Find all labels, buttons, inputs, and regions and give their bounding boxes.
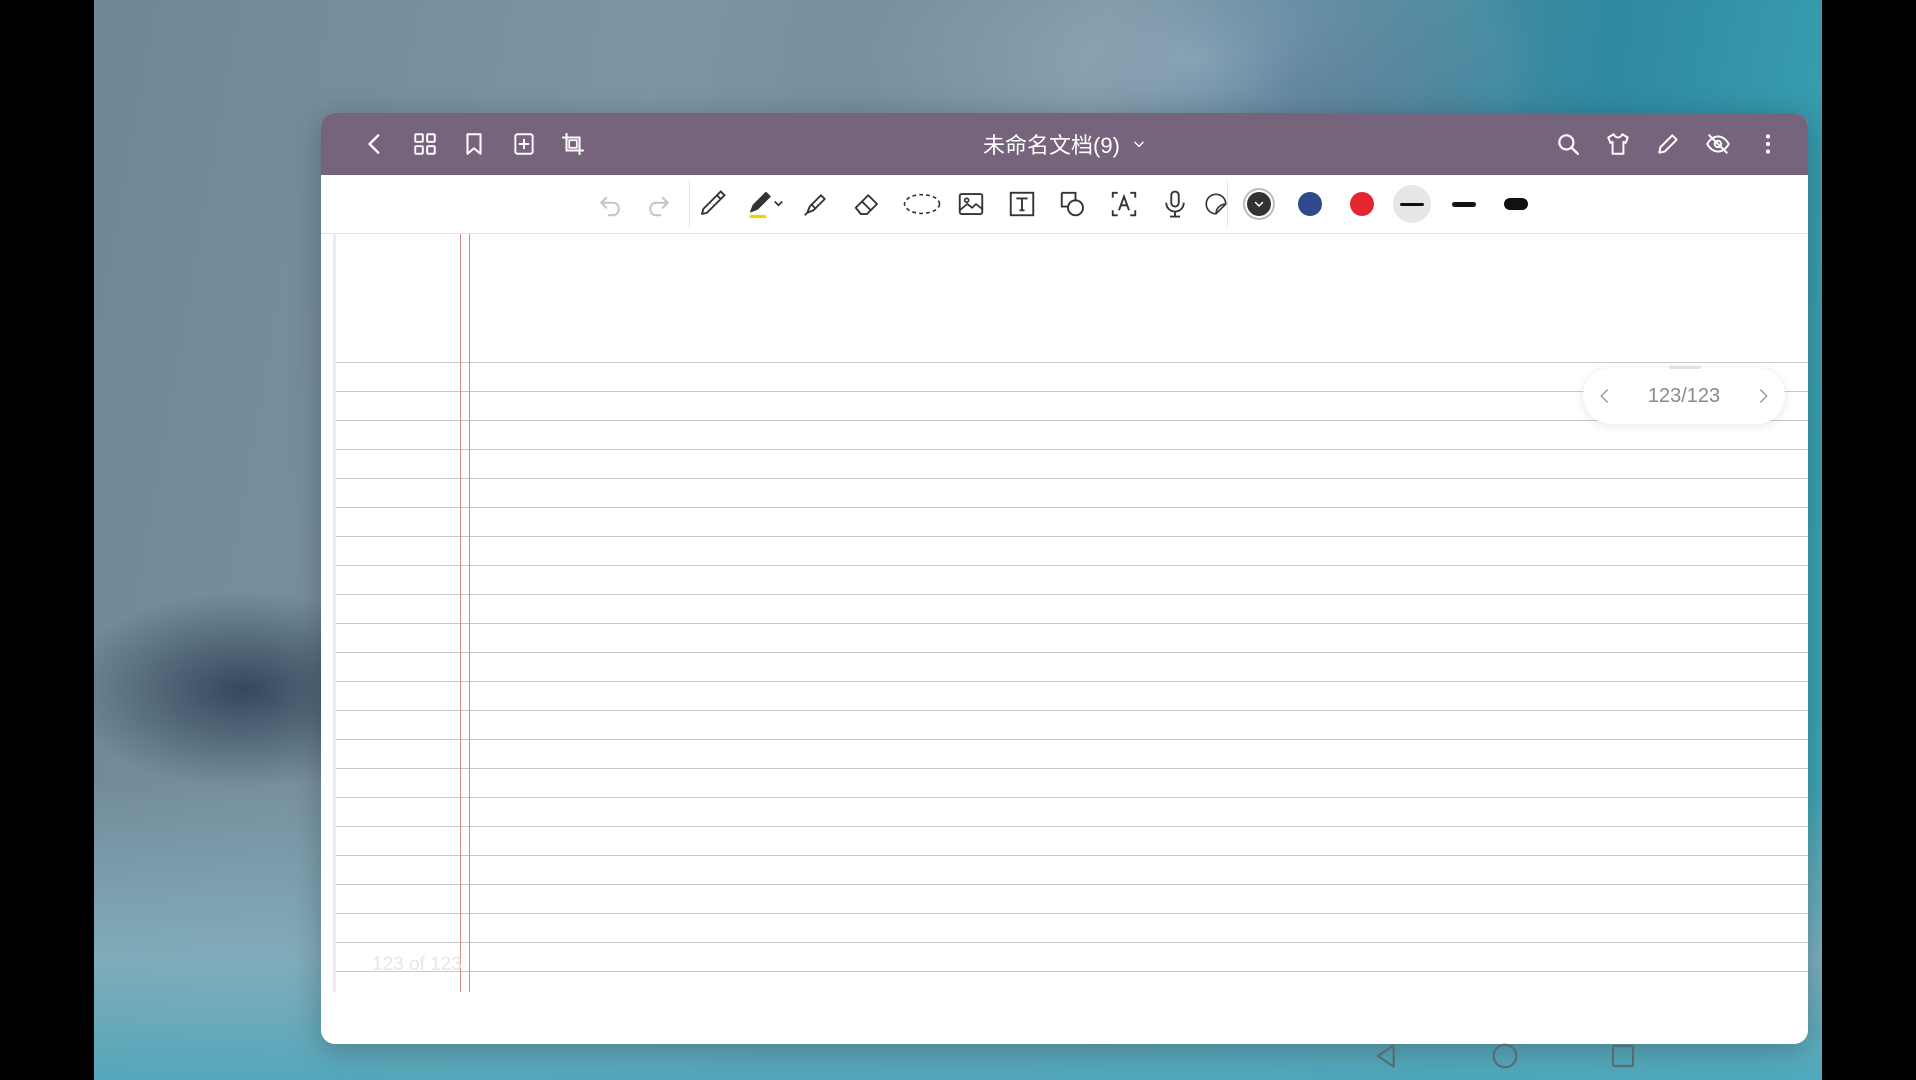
- text-box-icon: [1009, 191, 1035, 217]
- color-swatch-blue[interactable]: [1298, 192, 1322, 216]
- eye-off-icon: [1706, 134, 1730, 154]
- total-pages: 123: [1686, 384, 1721, 407]
- theme-button[interactable]: [1599, 125, 1637, 163]
- margin-line: [469, 234, 470, 992]
- toolbar-divider: [689, 181, 690, 227]
- ballpoint-pen-icon: [701, 190, 726, 215]
- sticker-tool[interactable]: [1203, 183, 1229, 225]
- note-canvas[interactable]: 123 of 123 123/123: [321, 234, 1808, 1044]
- stroke-width-medium[interactable]: [1445, 185, 1483, 223]
- triangle-back-icon: [1376, 1044, 1395, 1068]
- margin-line: [460, 234, 461, 992]
- eraser-tool[interactable]: [846, 183, 888, 225]
- nav-back-button[interactable]: [1367, 1036, 1407, 1076]
- text-recognition-tool[interactable]: [1103, 183, 1145, 225]
- text-box-tool[interactable]: [1001, 183, 1043, 225]
- pencil-icon: [1658, 134, 1678, 154]
- circle-home-icon: [1492, 1043, 1518, 1069]
- fountain-pen-icon: [749, 191, 783, 219]
- system-navigation-bar: [0, 1036, 1916, 1076]
- page-indicator[interactable]: 123/123: [1648, 385, 1720, 408]
- shape-tool[interactable]: [1052, 183, 1094, 225]
- page-navigator: 123/123: [1583, 366, 1785, 424]
- chevron-down-icon: [1254, 201, 1264, 208]
- lined-paper-page[interactable]: 123 of 123: [333, 234, 1808, 992]
- toolbar-divider: [1227, 181, 1228, 227]
- undo-button[interactable]: [589, 183, 631, 225]
- fountain-pen-tool[interactable]: [741, 183, 791, 225]
- page-footer-label: 123 of 123: [372, 954, 462, 975]
- lasso-icon: [903, 193, 941, 215]
- microphone-icon: [1165, 190, 1185, 218]
- next-page-button[interactable]: [1741, 368, 1785, 424]
- highlighter-icon: [804, 194, 826, 216]
- redo-icon: [649, 196, 669, 217]
- chevron-left-icon: [1600, 389, 1608, 403]
- chevron-down-icon: [1134, 141, 1144, 148]
- image-icon: [958, 193, 984, 215]
- page-header-area: [336, 234, 1808, 362]
- hide-toolbar-button[interactable]: [1699, 125, 1737, 163]
- eraser-icon: [854, 194, 878, 215]
- document-title: 未命名文档(9): [983, 133, 1120, 158]
- more-options-button[interactable]: [1749, 125, 1787, 163]
- stroke-preview: [1400, 202, 1424, 206]
- drag-handle[interactable]: [1669, 366, 1701, 369]
- more-vertical-icon: [1765, 134, 1771, 154]
- search-button[interactable]: [1549, 125, 1587, 163]
- search-icon: [1558, 134, 1579, 155]
- voice-record-tool[interactable]: [1154, 183, 1196, 225]
- highlighter-tool[interactable]: [795, 183, 837, 225]
- color-swatch-red[interactable]: [1350, 192, 1374, 216]
- insert-image-tool[interactable]: [950, 183, 992, 225]
- rule-line: [336, 362, 1808, 363]
- redo-button[interactable]: [638, 183, 680, 225]
- shirt-icon: [1607, 133, 1629, 155]
- chevron-right-icon: [1760, 389, 1768, 403]
- undo-icon: [600, 196, 620, 217]
- ocr-text-icon: [1111, 191, 1137, 217]
- current-page: 123: [1647, 384, 1682, 407]
- edit-mode-button[interactable]: [1649, 125, 1687, 163]
- lasso-tool[interactable]: [897, 183, 947, 225]
- stroke-preview: [1504, 198, 1528, 210]
- sticker-icon: [1205, 193, 1227, 215]
- nav-home-button[interactable]: [1485, 1036, 1525, 1076]
- stroke-width-thick[interactable]: [1497, 185, 1535, 223]
- ballpoint-pen-tool[interactable]: [691, 183, 733, 225]
- notes-app-window: 未命名文档(9) 123 of 123 123/123: [321, 113, 1808, 1044]
- stroke-width-thin[interactable]: [1393, 185, 1431, 223]
- square-recents-icon: [1611, 1044, 1635, 1068]
- color-swatch-black[interactable]: [1247, 192, 1271, 216]
- nav-recents-button[interactable]: [1603, 1036, 1643, 1076]
- stroke-preview: [1452, 201, 1476, 207]
- drawing-toolbar: [321, 175, 1808, 234]
- title-bar: 未命名文档(9): [321, 113, 1808, 175]
- shapes-icon: [1060, 191, 1084, 217]
- previous-page-button[interactable]: [1583, 368, 1627, 424]
